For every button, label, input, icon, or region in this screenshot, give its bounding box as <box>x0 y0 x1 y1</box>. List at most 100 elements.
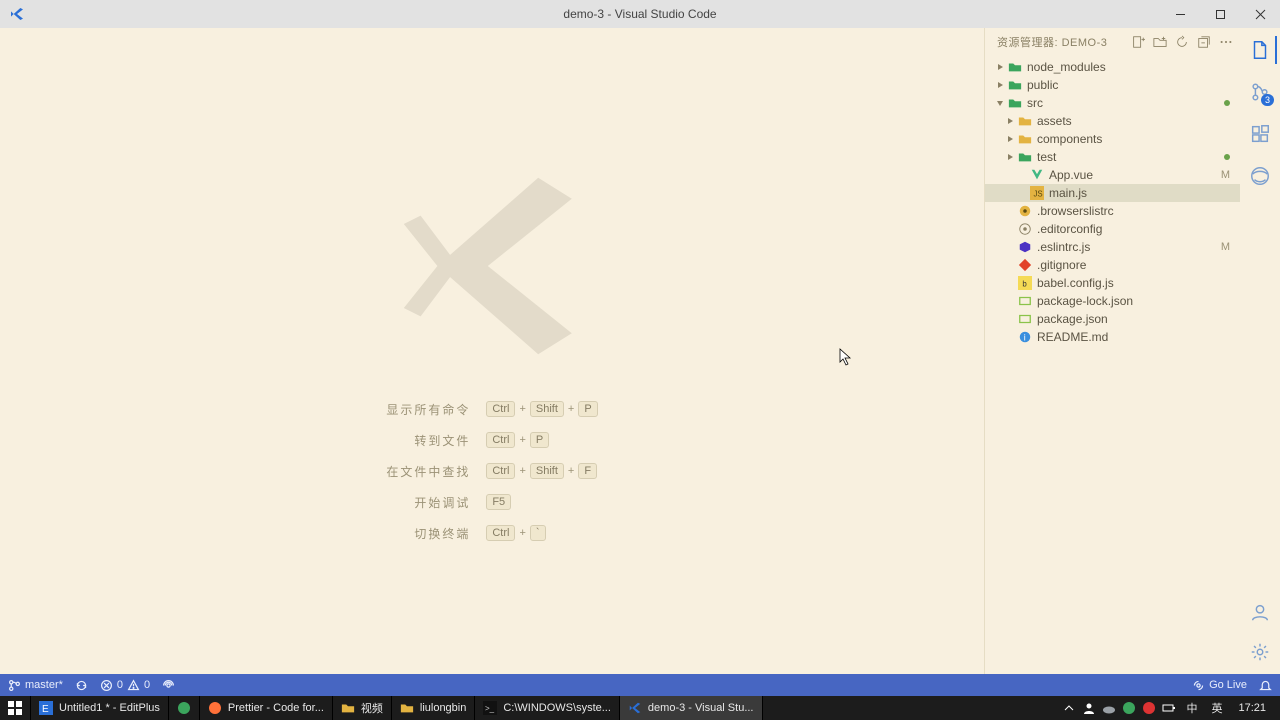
tree-item-label: .eslintrc.js <box>1037 240 1217 254</box>
tray-onedrive-icon[interactable] <box>1102 701 1116 715</box>
window-title: demo-3 - Visual Studio Code <box>563 7 716 21</box>
tray-record-icon[interactable] <box>1142 701 1156 715</box>
generic-icon <box>177 701 191 715</box>
taskbar-item[interactable]: demo-3 - Visual Stu... <box>620 696 763 720</box>
taskbar-item[interactable]: Prettier - Code for... <box>200 696 333 720</box>
taskbar-item-label: liulongbin <box>420 702 466 714</box>
shortcut-label: 在文件中查找 <box>386 463 470 480</box>
git-icon <box>1017 257 1033 273</box>
explorer-title: 资源管理器: DEMO-3 <box>997 34 1130 50</box>
folder-public[interactable]: public <box>985 76 1240 94</box>
twisty-icon[interactable] <box>993 62 1007 72</box>
folder-node-modules[interactable]: node_modules <box>985 58 1240 76</box>
folder-src[interactable]: src <box>985 94 1240 112</box>
tree-item-label: node_modules <box>1027 60 1230 74</box>
tray-chevron-icon[interactable] <box>1062 701 1076 715</box>
keyboard-shortcuts-list: 显示所有命令Ctrl+Shift+P转到文件Ctrl+P在文件中查找Ctrl+S… <box>386 401 597 542</box>
folder-icon <box>341 701 355 715</box>
tray-people-icon[interactable] <box>1082 701 1096 715</box>
folder-test[interactable]: test <box>985 148 1240 166</box>
folder-assets[interactable]: assets <box>985 112 1240 130</box>
problems-status[interactable]: 0 0 <box>100 679 150 692</box>
file-package-lock-json[interactable]: package-lock.json <box>985 292 1240 310</box>
titlebar: demo-3 - Visual Studio Code <box>0 0 1280 28</box>
vscode-logo-icon <box>8 5 26 23</box>
svg-text:JS: JS <box>1034 190 1043 199</box>
shortcut-label: 切换终端 <box>386 525 470 542</box>
source-control-activity-icon[interactable]: 3 <box>1244 76 1276 108</box>
scm-badge: 3 <box>1261 94 1274 106</box>
tree-item-label: package-lock.json <box>1037 294 1230 308</box>
editplus-icon: E <box>39 701 53 715</box>
vue-icon <box>1029 167 1045 183</box>
account-activity-icon[interactable] <box>1244 596 1276 628</box>
taskbar-item[interactable] <box>169 696 200 720</box>
start-button[interactable] <box>0 696 31 720</box>
go-live-status[interactable]: Go Live <box>1192 679 1247 692</box>
tray-green-icon[interactable] <box>1122 701 1136 715</box>
port-status[interactable] <box>162 679 175 692</box>
tree-item-label: src <box>1027 96 1224 110</box>
new-file-icon[interactable] <box>1130 34 1146 50</box>
file--editorconfig[interactable]: .editorconfig <box>985 220 1240 238</box>
twisty-icon[interactable] <box>993 80 1007 90</box>
file-main-js[interactable]: JSmain.js <box>985 184 1240 202</box>
taskbar-item-label: demo-3 - Visual Stu... <box>648 702 754 714</box>
windows-taskbar: EUntitled1 * - EditPlus Prettier - Code f… <box>0 696 1280 720</box>
file--gitignore[interactable]: .gitignore <box>985 256 1240 274</box>
shortcut-label: 显示所有命令 <box>386 401 470 418</box>
taskbar-item[interactable]: EUntitled1 * - EditPlus <box>31 696 169 720</box>
editorconfig-icon <box>1017 221 1033 237</box>
folder-icon <box>1007 77 1023 93</box>
shortcut-label: 开始调试 <box>386 494 470 511</box>
refresh-icon[interactable] <box>1174 34 1190 50</box>
system-tray[interactable]: 中 英 17:21 <box>1062 700 1280 716</box>
file-tree[interactable]: node_modulespublic src assetscomponentstes… <box>985 56 1240 674</box>
taskbar-item[interactable]: 视频 <box>333 696 392 720</box>
extensions-activity-icon[interactable] <box>1244 118 1276 150</box>
editor-welcome: 显示所有命令Ctrl+Shift+P转到文件Ctrl+P在文件中查找Ctrl+S… <box>0 28 984 674</box>
notifications-status[interactable] <box>1259 679 1272 692</box>
git-branch-status[interactable]: master* <box>8 679 63 692</box>
file-readme-md[interactable]: iREADME.md <box>985 328 1240 346</box>
sync-status[interactable] <box>75 679 88 692</box>
file-package-json[interactable]: package.json <box>985 310 1240 328</box>
tree-item-label: .editorconfig <box>1037 222 1230 236</box>
file--eslintrc-js[interactable]: .eslintrc.jsM <box>985 238 1240 256</box>
tree-item-label: .gitignore <box>1037 258 1230 272</box>
file--browserslistrc[interactable]: .browserslistrc <box>985 202 1240 220</box>
file-app-vue[interactable]: App.vue M <box>985 166 1240 184</box>
ime-indicator-1[interactable]: 中 <box>1182 700 1201 716</box>
firefox-icon <box>208 701 222 715</box>
folder-icon <box>1007 95 1023 111</box>
folder-icon <box>400 701 414 715</box>
file-babel-config-js[interactable]: bbabel.config.js <box>985 274 1240 292</box>
taskbar-item[interactable]: liulongbin <box>392 696 475 720</box>
tree-item-label: App.vue <box>1049 168 1217 182</box>
folder-components[interactable]: components <box>985 130 1240 148</box>
edge-tools-activity-icon[interactable] <box>1244 160 1276 192</box>
settings-activity-icon[interactable] <box>1244 636 1276 668</box>
svg-text:b: b <box>1022 280 1027 289</box>
npm-icon <box>1017 311 1033 327</box>
taskbar-item[interactable]: >_C:\WINDOWS\syste... <box>475 696 620 720</box>
twisty-icon[interactable] <box>1003 134 1017 144</box>
twisty-icon[interactable] <box>1003 116 1017 126</box>
tray-battery-icon[interactable] <box>1162 701 1176 715</box>
maximize-button[interactable] <box>1200 0 1240 28</box>
twisty-icon[interactable] <box>993 98 1007 108</box>
tree-item-label: README.md <box>1037 330 1230 344</box>
shortcut-keys: Ctrl+Shift+P <box>486 401 597 417</box>
minimize-button[interactable] <box>1160 0 1200 28</box>
twisty-icon[interactable] <box>1003 152 1017 162</box>
branch-name: master* <box>25 679 63 691</box>
collapse-all-icon[interactable] <box>1196 34 1212 50</box>
modified-badge: M <box>1221 169 1230 181</box>
ime-indicator-2[interactable]: 英 <box>1207 700 1226 716</box>
eslint-icon <box>1017 239 1033 255</box>
more-icon[interactable] <box>1218 34 1234 50</box>
new-folder-icon[interactable] <box>1152 34 1168 50</box>
close-button[interactable] <box>1240 0 1280 28</box>
taskbar-clock[interactable]: 17:21 <box>1232 702 1272 714</box>
explorer-activity-icon[interactable] <box>1244 34 1276 66</box>
